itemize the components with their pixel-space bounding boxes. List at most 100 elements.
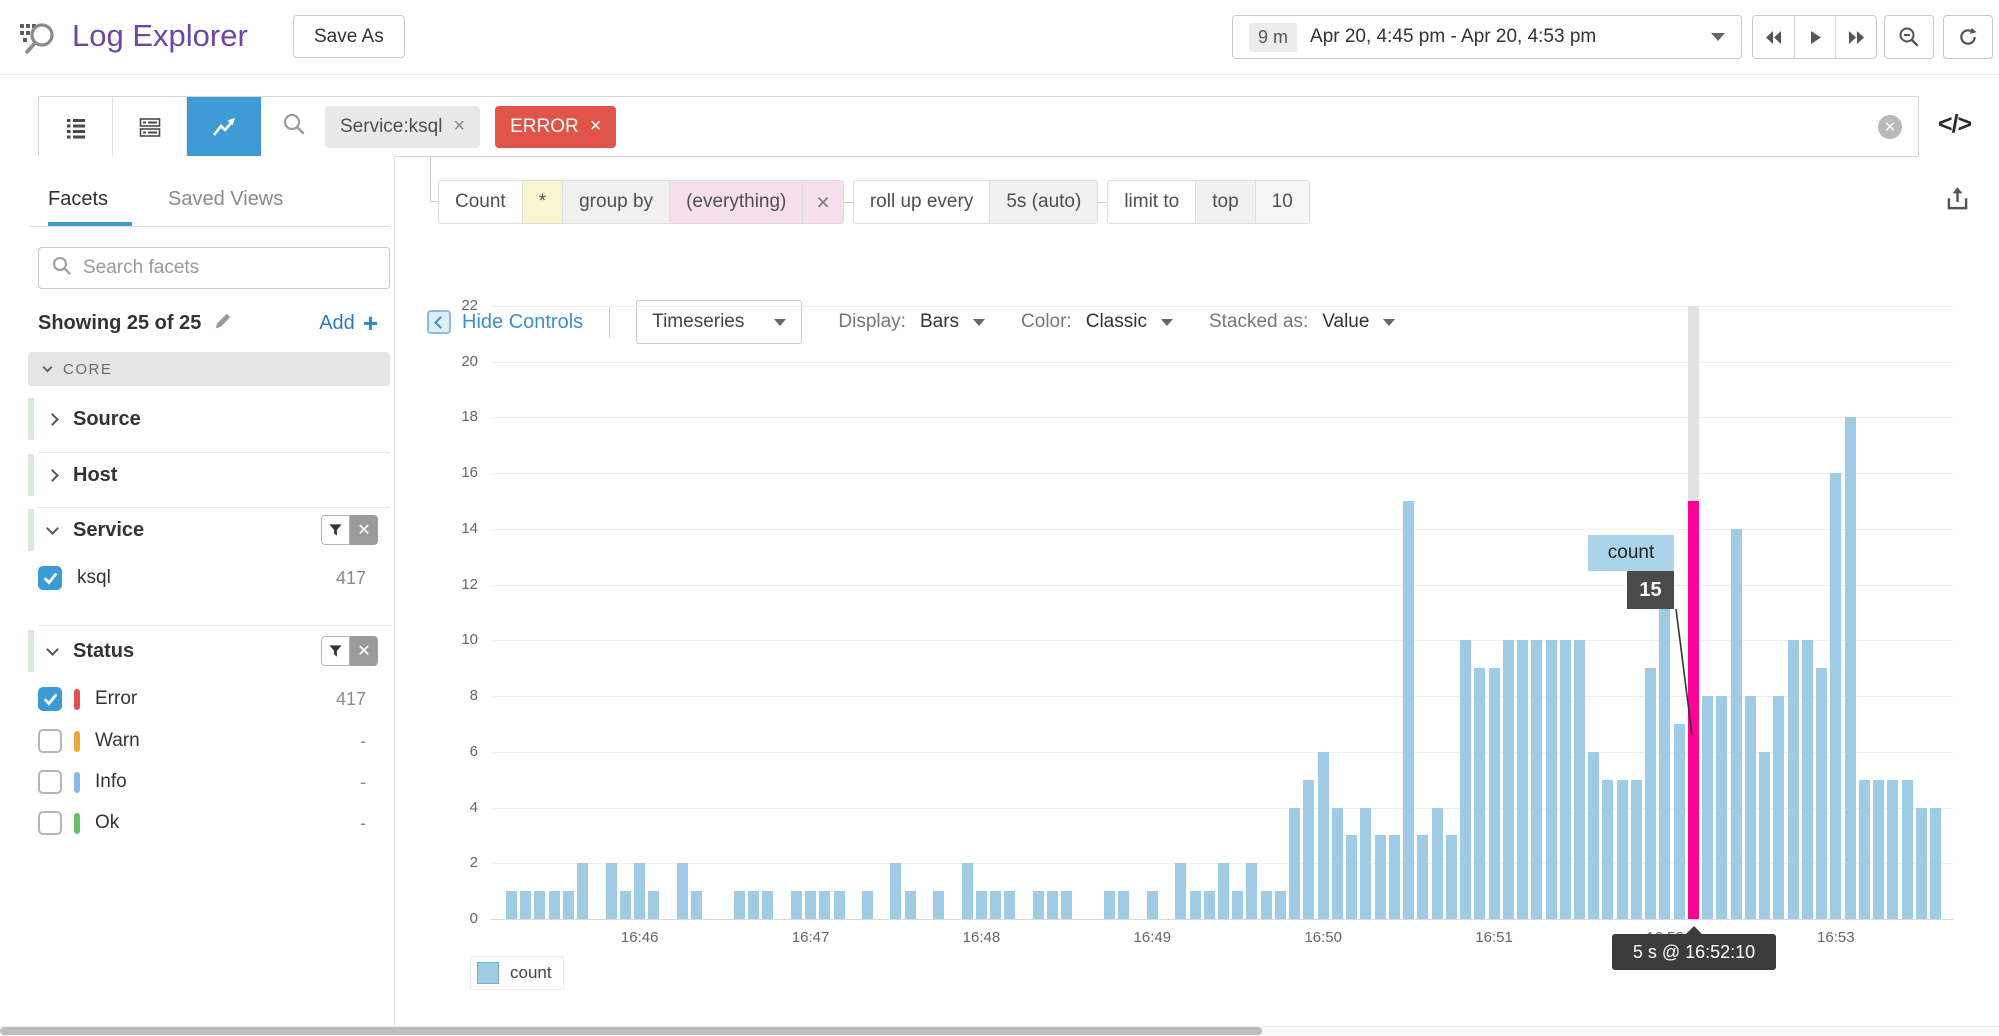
bar[interactable] bbox=[1745, 696, 1756, 919]
bar[interactable] bbox=[1574, 640, 1585, 919]
remove-filter-icon[interactable]: ✕ bbox=[350, 515, 378, 545]
bar[interactable] bbox=[1004, 891, 1015, 919]
bar[interactable] bbox=[805, 891, 816, 919]
bar[interactable] bbox=[748, 891, 759, 919]
filter-pill-service[interactable]: Service:ksql × bbox=[325, 106, 480, 148]
time-range-selector[interactable]: 9 m Apr 20, 4:45 pm - Apr 20, 4:53 pm bbox=[1232, 15, 1742, 59]
time-forward-button[interactable] bbox=[1835, 16, 1876, 58]
bar[interactable] bbox=[1175, 863, 1186, 919]
bar[interactable] bbox=[506, 891, 517, 919]
bar[interactable] bbox=[1716, 696, 1727, 919]
filter-pill-error[interactable]: ERROR × bbox=[495, 106, 616, 148]
bar[interactable] bbox=[890, 863, 901, 919]
bar[interactable] bbox=[549, 891, 560, 919]
save-as-button[interactable]: Save As bbox=[293, 15, 405, 58]
bar[interactable] bbox=[1517, 640, 1528, 919]
bar[interactable] bbox=[1930, 808, 1941, 919]
bar[interactable] bbox=[1788, 640, 1799, 919]
bar[interactable] bbox=[1289, 808, 1300, 919]
bar[interactable] bbox=[819, 891, 830, 919]
tab-saved-views[interactable]: Saved Views bbox=[168, 188, 283, 211]
horizontal-scrollbar-track[interactable] bbox=[0, 1026, 1999, 1036]
bar[interactable] bbox=[1389, 835, 1400, 919]
bar[interactable] bbox=[1674, 724, 1685, 919]
bar[interactable] bbox=[1503, 640, 1514, 919]
bar[interactable] bbox=[1332, 808, 1343, 919]
view-list-button[interactable] bbox=[39, 97, 113, 156]
facet-group-source[interactable]: Source bbox=[48, 398, 388, 440]
refresh-button[interactable] bbox=[1943, 15, 1993, 59]
bar[interactable] bbox=[1261, 891, 1272, 919]
bar[interactable] bbox=[1446, 835, 1457, 919]
bar[interactable] bbox=[1602, 780, 1613, 919]
bar-highlighted[interactable] bbox=[1688, 501, 1699, 919]
bar[interactable] bbox=[1531, 640, 1542, 919]
query-limit-type-cell[interactable]: top bbox=[1196, 181, 1255, 223]
chart-legend[interactable]: count bbox=[470, 956, 564, 990]
bar[interactable] bbox=[1830, 473, 1841, 919]
filter-funnel-icon[interactable] bbox=[321, 636, 350, 666]
bar[interactable] bbox=[1916, 808, 1927, 919]
bar[interactable] bbox=[1460, 640, 1471, 919]
bar[interactable] bbox=[1432, 808, 1443, 919]
facet-item-label[interactable]: Info bbox=[95, 771, 127, 793]
bar[interactable] bbox=[1061, 891, 1072, 919]
bar[interactable] bbox=[734, 891, 745, 919]
bar[interactable] bbox=[534, 891, 545, 919]
clear-search-icon[interactable]: ✕ bbox=[1878, 115, 1902, 139]
bar[interactable] bbox=[1845, 417, 1856, 919]
bar[interactable] bbox=[1474, 668, 1485, 919]
horizontal-scrollbar-thumb[interactable] bbox=[0, 1027, 1262, 1035]
bar[interactable] bbox=[563, 891, 574, 919]
bar[interactable] bbox=[762, 891, 773, 919]
bar[interactable] bbox=[1802, 640, 1813, 919]
bar[interactable] bbox=[1702, 696, 1713, 919]
bar[interactable] bbox=[976, 891, 987, 919]
facet-item-label[interactable]: Error bbox=[95, 688, 137, 710]
bar[interactable] bbox=[834, 891, 845, 919]
query-remove-groupby-icon[interactable]: × bbox=[803, 181, 842, 223]
bar[interactable] bbox=[1816, 668, 1827, 919]
facet-item-label[interactable]: Ok bbox=[95, 812, 119, 834]
checkbox-unchecked[interactable] bbox=[38, 729, 62, 753]
bar[interactable] bbox=[1147, 891, 1158, 919]
bar[interactable] bbox=[1403, 501, 1414, 919]
bar[interactable] bbox=[1731, 529, 1742, 919]
bar[interactable] bbox=[1902, 780, 1913, 919]
facet-item-label[interactable]: ksql bbox=[77, 567, 111, 589]
bar[interactable] bbox=[577, 863, 588, 919]
bar[interactable] bbox=[1104, 891, 1115, 919]
facet-search-input[interactable] bbox=[83, 257, 377, 279]
bar[interactable] bbox=[1047, 891, 1058, 919]
bar[interactable] bbox=[677, 863, 688, 919]
time-play-button[interactable] bbox=[1794, 16, 1835, 58]
bar[interactable] bbox=[990, 891, 1001, 919]
query-star-cell[interactable]: * bbox=[523, 181, 563, 223]
bar[interactable] bbox=[1546, 640, 1557, 919]
bar[interactable] bbox=[606, 863, 617, 919]
bar[interactable] bbox=[691, 891, 702, 919]
query-rollup-value-cell[interactable]: 5s (auto) bbox=[990, 181, 1097, 223]
remove-filter-icon[interactable]: ✕ bbox=[350, 636, 378, 666]
bar[interactable] bbox=[1773, 696, 1784, 919]
bar[interactable] bbox=[1232, 891, 1243, 919]
bar[interactable] bbox=[1246, 863, 1257, 919]
bar[interactable] bbox=[1659, 585, 1670, 919]
bar[interactable] bbox=[1275, 891, 1286, 919]
bar[interactable] bbox=[1417, 835, 1428, 919]
bar[interactable] bbox=[1631, 780, 1642, 919]
bar[interactable] bbox=[1360, 808, 1371, 919]
checkbox-unchecked[interactable] bbox=[38, 811, 62, 835]
bar[interactable] bbox=[620, 891, 631, 919]
checkbox-unchecked[interactable] bbox=[38, 770, 62, 794]
bar[interactable] bbox=[1118, 891, 1129, 919]
checkbox-checked[interactable] bbox=[38, 687, 62, 711]
bar[interactable] bbox=[634, 863, 645, 919]
timeseries-plot[interactable]: 16:4616:4716:4816:4916:5016:5116:5216:53 bbox=[491, 306, 1953, 919]
zoom-out-button[interactable] bbox=[1884, 15, 1934, 59]
bar[interactable] bbox=[1859, 780, 1870, 919]
bar[interactable] bbox=[862, 891, 873, 919]
bar[interactable] bbox=[1318, 752, 1329, 919]
bar[interactable] bbox=[1346, 835, 1357, 919]
bar[interactable] bbox=[648, 891, 659, 919]
